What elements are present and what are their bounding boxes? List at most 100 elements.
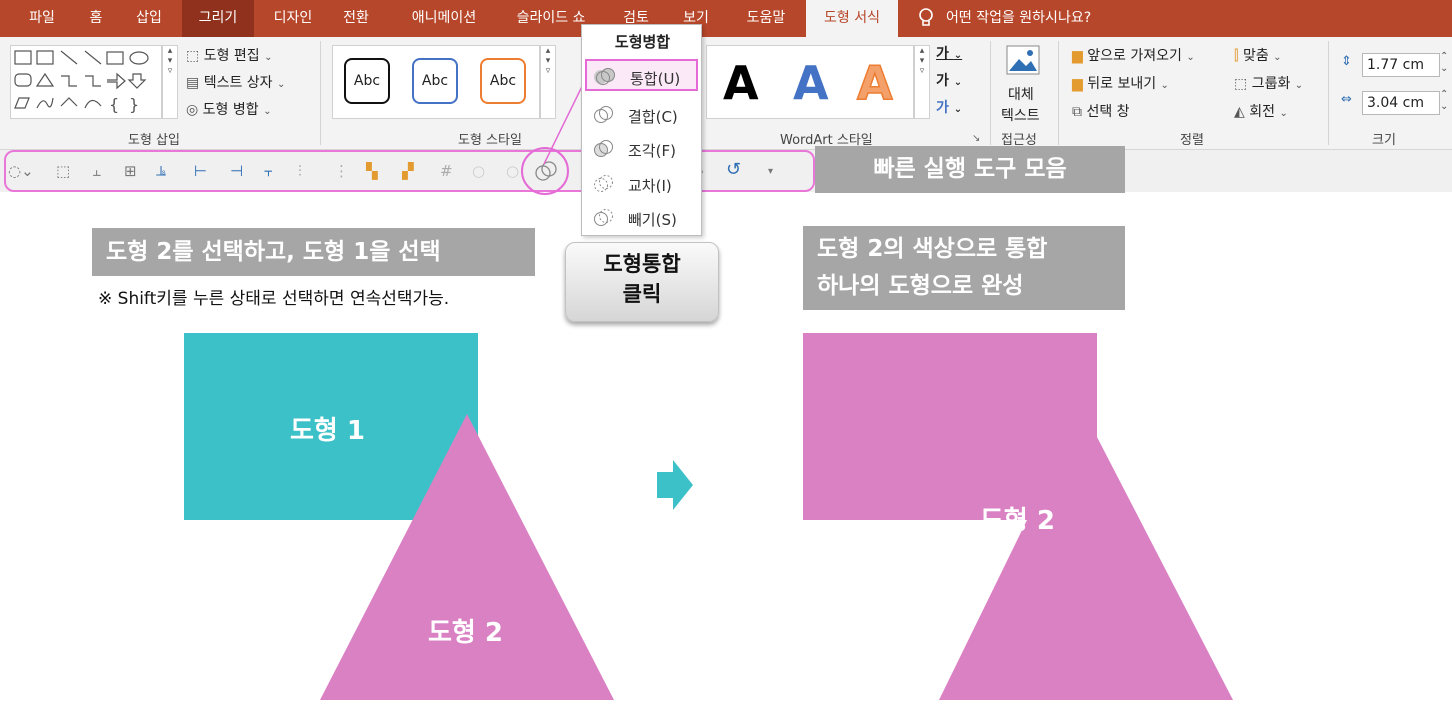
shape-width-icon: ⇔ <box>1341 92 1352 107</box>
group-button[interactable]: ⬚ 그룹화 ⌄ <box>1234 73 1303 93</box>
shape-gallery[interactable]: {} <box>10 45 162 119</box>
shape-style-dark[interactable]: Abc <box>344 58 390 104</box>
text-box-button[interactable]: ▤ 텍스트 상자 ⌄ <box>186 72 285 92</box>
size-group-label: 크기 <box>1372 133 1396 148</box>
tab-help[interactable]: 도움말 <box>738 0 794 37</box>
alt-text-line2[interactable]: 텍스트 <box>1001 105 1040 125</box>
click-callout-line1: 도형통합 <box>603 252 681 276</box>
alt-text-icon[interactable] <box>1006 45 1040 79</box>
chevron-down-icon: ⌄ <box>953 77 963 88</box>
align-bottom-icon[interactable]: ⫡ <box>156 162 166 180</box>
merge-shapes-button[interactable]: ◎ 도형 병합 ⌄ <box>186 99 272 119</box>
bring-forward-button[interactable]: ▆ 앞으로 가져오기 ⌄ <box>1072 45 1195 65</box>
menu-item-intersect[interactable]: 교차(I) <box>585 168 698 200</box>
step-select-caption: 도형 2를 선택하고, 도형 1을 선택 <box>92 228 535 276</box>
merged-shape-label: 도형 2 <box>980 506 1055 536</box>
result-caption: 도형 2의 색상으로 통합 하나의 도형으로 완성 <box>803 226 1125 310</box>
selection-pane-icon: ⧉ <box>1072 104 1082 120</box>
text-fill-glyph: 가 <box>936 46 949 62</box>
text-outline-button[interactable]: 가 ⌄ <box>936 70 962 90</box>
tab-insert[interactable]: 삽입 <box>128 0 170 37</box>
distribute-vertical-icon[interactable]: ⋮ <box>334 162 349 180</box>
rotate-label: 회전 <box>1249 104 1275 120</box>
chevron-down-icon: ⌄ <box>953 104 963 115</box>
fragment-qat-icon[interactable]: # <box>440 162 453 180</box>
tell-me-search[interactable]: 어떤 작업을 원하시나요? <box>946 0 1091 37</box>
shape-styles-group-label: 도형 스타일 <box>458 133 522 148</box>
svg-text:}: } <box>129 95 139 114</box>
tab-design[interactable]: 디자인 <box>264 0 322 37</box>
align-top-icon[interactable]: ⫠ <box>92 162 101 180</box>
chevron-down-icon: ⌄ <box>1160 80 1169 91</box>
group-divider <box>1328 41 1329 145</box>
align-right-icon[interactable]: ⊢ <box>194 162 207 180</box>
customize-qat-icon[interactable]: ▾ <box>768 166 773 177</box>
distribute-horizontal-icon[interactable]: ⫶ <box>298 162 302 180</box>
wordart-style-black[interactable]: A <box>723 56 759 110</box>
align-icon: ⫿ <box>1234 48 1239 64</box>
shape-gallery-scroll[interactable]: ▴ ▾ ▿ <box>162 45 178 119</box>
group-divider <box>1058 41 1059 145</box>
shape-1-label: 도형 1 <box>290 416 365 446</box>
result-caption-line1: 도형 2의 색상으로 통합 <box>817 236 1048 262</box>
arrange-group-label: 정렬 <box>1180 133 1204 148</box>
undo-icon[interactable]: ↺ <box>726 159 741 180</box>
width-spinner-icon[interactable]: ⌃ ⌄ <box>1440 89 1448 113</box>
menu-item-union[interactable]: 통합(U) <box>585 59 698 91</box>
fragment-icon <box>591 138 617 164</box>
bring-to-front-icon[interactable]: ▚ <box>366 162 378 180</box>
right-arrow-icon <box>657 460 693 510</box>
menu-item-subtract[interactable]: 빼기(S) <box>585 202 698 234</box>
selection-pane-button[interactable]: ⧉ 선택 창 <box>1072 101 1130 121</box>
send-to-back-icon[interactable]: ▞ <box>402 162 414 180</box>
group-label: 그룹화 <box>1251 76 1291 92</box>
distribute-icon[interactable]: ⫟ <box>264 162 273 180</box>
tab-draw[interactable]: 그리기 <box>182 0 254 37</box>
wordart-scroll[interactable]: ▴ ▾ ▿ <box>914 45 930 119</box>
text-effects-button[interactable]: 가 ⌄ <box>936 97 962 117</box>
menu-item-fragment[interactable]: 조각(F) <box>585 133 698 165</box>
wordart-style-orange[interactable]: A <box>856 55 893 111</box>
rotate-button[interactable]: ◭ 회전 ⌄ <box>1234 101 1288 121</box>
menu-item-combine-label: 결합(C) <box>628 108 678 126</box>
group-objects-icon[interactable]: ⬚ <box>56 162 70 180</box>
tab-home[interactable]: 홈 <box>80 0 112 37</box>
shape-style-orange[interactable]: Abc <box>480 58 526 104</box>
tab-shape-format[interactable]: 도형 서식 <box>806 0 898 37</box>
disabled-circle-icon: ○ <box>472 162 486 180</box>
wordart-style-blue[interactable]: A <box>793 56 829 110</box>
shape-style-gallery[interactable]: Abc Abc Abc <box>332 45 540 119</box>
subtract-icon <box>591 207 617 233</box>
edit-shape-button[interactable]: ⬚ 도형 편집 ⌄ <box>186 45 273 65</box>
tab-file[interactable]: 파일 <box>22 0 62 37</box>
shift-select-note: ※ Shift키를 누른 상태로 선택하면 연속선택가능. <box>98 289 450 309</box>
align-middle-icon[interactable]: ⊞ <box>124 162 137 180</box>
group-divider <box>320 41 321 145</box>
alt-text-line1[interactable]: 대체 <box>1008 84 1034 104</box>
menu-item-fragment-label: 조각(F) <box>628 142 676 160</box>
dialog-launcher-icon[interactable]: ↘ <box>972 133 980 144</box>
shape-height-icon: ⇕ <box>1341 54 1352 69</box>
wordart-gallery[interactable]: A A A <box>706 45 914 119</box>
group-divider <box>990 41 991 145</box>
height-spinner-icon[interactable]: ⌃ ⌄ <box>1440 51 1448 75</box>
lightbulb-icon <box>918 0 934 37</box>
menu-item-combine[interactable]: 결합(C) <box>585 99 698 131</box>
original-shapes <box>184 333 614 700</box>
chevron-down-icon: ⌄ <box>1186 52 1195 63</box>
tab-animations[interactable]: 애니메이션 <box>398 0 490 37</box>
shape-height-input[interactable]: 1.77 cm <box>1362 53 1440 77</box>
shape-style-blue[interactable]: Abc <box>412 58 458 104</box>
align-button[interactable]: ⫿ 맞춤 ⌄ <box>1234 45 1282 65</box>
selection-pane-label: 선택 창 <box>1086 104 1130 120</box>
qat-caption: 빠른 실행 도구 모음 <box>815 146 1125 193</box>
align-left-icon[interactable]: ⊣ <box>230 162 243 180</box>
tab-transitions[interactable]: 전환 <box>334 0 378 37</box>
send-backward-button[interactable]: ▆ 뒤로 보내기 ⌄ <box>1072 73 1169 93</box>
shape-dropdown-icon[interactable]: ◌⌄ <box>8 162 34 180</box>
chevron-down-icon: ⌄ <box>277 79 286 90</box>
shape-width-input[interactable]: 3.04 cm <box>1362 91 1440 115</box>
text-fill-button[interactable]: 가 ⌄ <box>936 43 962 63</box>
union-click-callout: 도형통합 클릭 <box>565 242 719 322</box>
merge-shapes-menu: 도형병합 통합(U) 결합(C) 조각(F) 교차(I) 빼기(S) <box>581 24 702 236</box>
